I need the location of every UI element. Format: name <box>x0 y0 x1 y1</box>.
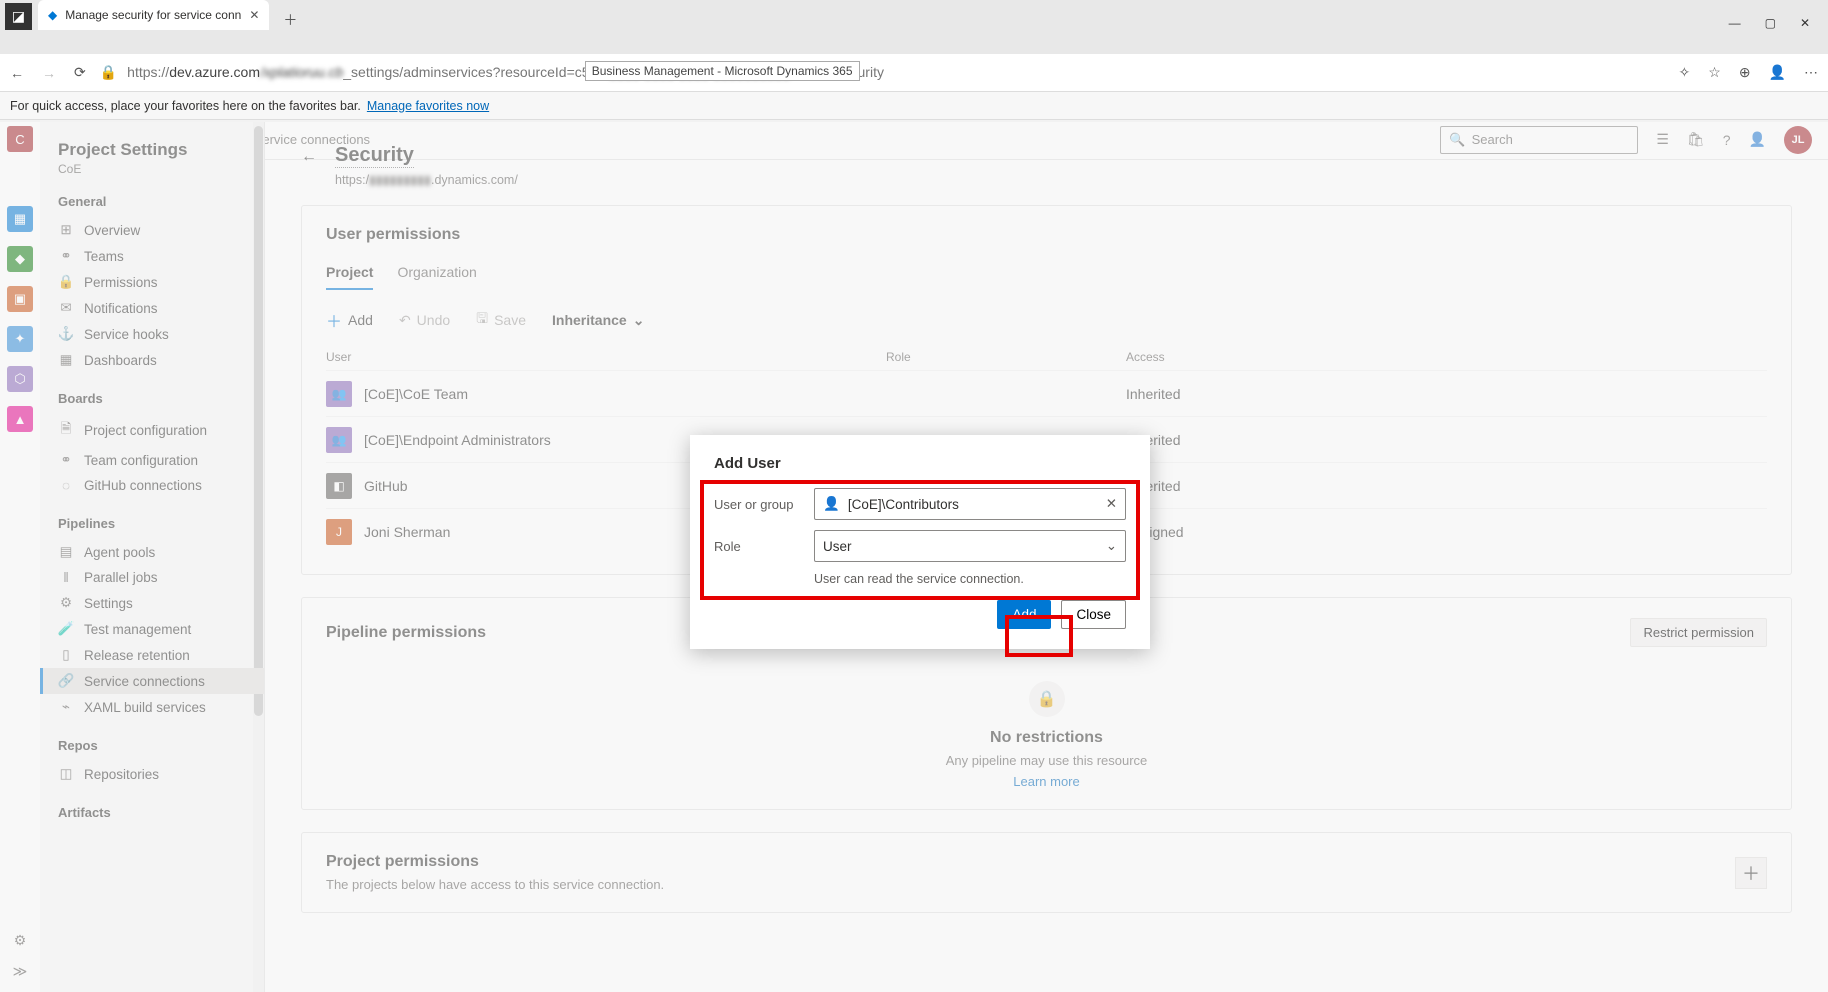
clear-icon[interactable]: ✕ <box>1106 496 1117 512</box>
window-maximize-icon[interactable]: ▢ <box>1765 16 1776 30</box>
modal-close-button[interactable]: Close <box>1061 600 1126 629</box>
role-value: User <box>823 539 852 554</box>
browser-chrome: ◪ ◆ Manage security for service conn ✕ ＋… <box>0 0 1828 54</box>
url-tooltip: Business Management - Microsoft Dynamics… <box>585 61 860 81</box>
address-bar-row: ← → ⟳ 🔒 https://dev.azure.com/xplatioruu… <box>0 54 1828 92</box>
label-role: Role <box>714 539 804 554</box>
person-icon: 👤 <box>823 496 840 512</box>
favorite-icon[interactable]: ☆ <box>1708 64 1721 81</box>
reading-list-icon[interactable]: ✧ <box>1679 64 1691 81</box>
new-tab-button[interactable]: ＋ <box>277 10 303 30</box>
label-user-or-group: User or group <box>714 497 804 512</box>
user-or-group-input[interactable]: 👤 [CoE]\Contributors ✕ <box>814 488 1126 520</box>
url-scheme: https:// <box>127 64 169 80</box>
chevron-down-icon: ⌄ <box>1106 538 1117 554</box>
role-help-text: User can read the service connection. <box>814 572 1126 586</box>
modal-title: Add User <box>714 455 1126 472</box>
menu-icon[interactable]: ⋯ <box>1804 64 1818 81</box>
collections-icon[interactable]: ⊕ <box>1739 64 1751 81</box>
browser-tab[interactable]: ◆ Manage security for service conn ✕ <box>38 0 269 30</box>
favbar-text: For quick access, place your favorites h… <box>10 99 361 113</box>
browser-app-icon: ◪ <box>5 3 32 30</box>
modal-add-button[interactable]: Add <box>997 600 1051 629</box>
url-host: dev.azure.com <box>169 64 260 80</box>
url-rest1: _settings/adminservices?resourceId=c52a <box>343 64 605 80</box>
role-select[interactable]: User ⌄ <box>814 530 1126 562</box>
forward-icon[interactable]: → <box>42 65 56 81</box>
azure-icon: ◆ <box>48 8 57 22</box>
back-icon[interactable]: ← <box>10 65 24 81</box>
window-minimize-icon[interactable]: — <box>1729 16 1741 30</box>
address-bar[interactable]: 🔒 https://dev.azure.com/xplatioruu.cb_se… <box>100 64 1665 81</box>
favorites-bar: For quick access, place your favorites h… <box>0 92 1828 120</box>
url-obscured: /xplatioruu.cb <box>260 64 343 80</box>
close-tab-icon[interactable]: ✕ <box>249 8 259 22</box>
favbar-link[interactable]: Manage favorites now <box>367 99 489 113</box>
site-info-icon[interactable]: 🔒 <box>100 64 117 81</box>
profile-icon[interactable]: 👤 <box>1769 64 1786 81</box>
user-value: [CoE]\Contributors <box>848 497 959 512</box>
window-close-icon[interactable]: ✕ <box>1800 16 1810 30</box>
refresh-icon[interactable]: ⟳ <box>74 64 86 81</box>
tab-title: Manage security for service conn <box>65 8 241 22</box>
add-user-modal: Add User User or group 👤 [CoE]\Contribut… <box>690 435 1150 649</box>
